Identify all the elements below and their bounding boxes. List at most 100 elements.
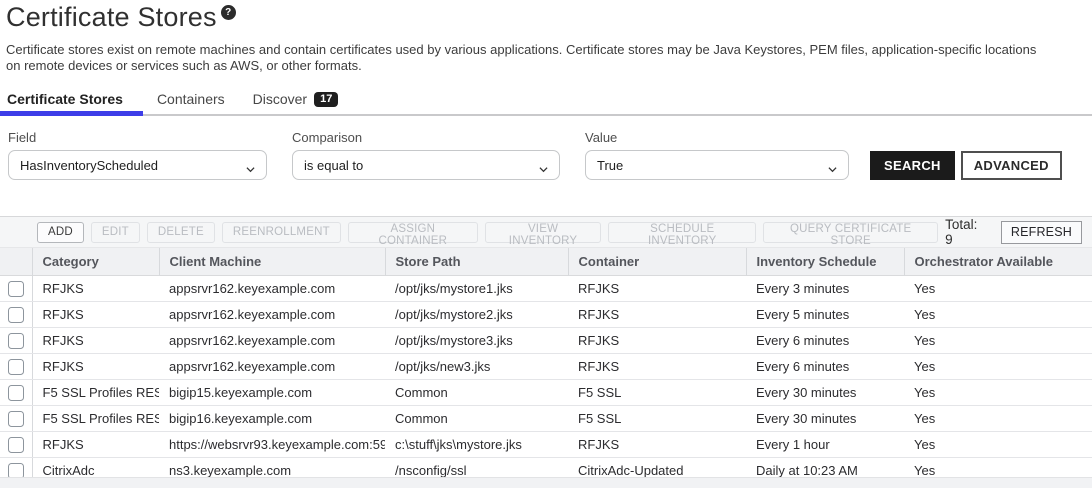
cell-category: RFJKS bbox=[32, 354, 159, 380]
field-select-value: HasInventoryScheduled bbox=[20, 158, 158, 173]
cell-category: F5 SSL Profiles REST bbox=[32, 406, 159, 432]
cell-container: RFJKS bbox=[568, 432, 746, 458]
table-row: RFJKSappsrvr162.keyexample.com/opt/jks/m… bbox=[0, 328, 1092, 354]
cell-inventory-schedule: Every 30 minutes bbox=[746, 380, 904, 406]
row-checkbox[interactable] bbox=[8, 385, 24, 401]
grid-toolbar: ADD EDIT DELETE REENROLLMENT ASSIGN CONTAINE… bbox=[0, 217, 1092, 247]
table-body: RFJKSappsrvr162.keyexample.com/opt/jks/m… bbox=[0, 276, 1092, 488]
table-row: RFJKS https://websrvr93.keyexample.com:59… bbox=[0, 432, 1092, 458]
comparison-select-value: is equal to bbox=[304, 158, 363, 173]
column-header-category[interactable]: Category bbox=[32, 248, 159, 276]
tabs: Certificate Stores Containers Discover 17 bbox=[0, 87, 1092, 116]
tab-label: Containers bbox=[157, 91, 225, 107]
row-checkbox[interactable] bbox=[8, 437, 24, 453]
cell-client-machine: appsrvr162.keyexample.com bbox=[159, 354, 385, 380]
row-checkbox-cell bbox=[0, 380, 32, 406]
row-checkbox-cell bbox=[0, 406, 32, 432]
chevron-down-icon bbox=[246, 162, 255, 171]
cell-orchestrator-available: Yes bbox=[904, 354, 1092, 380]
value-select[interactable]: True bbox=[585, 150, 849, 180]
cell-orchestrator-available: Yes bbox=[904, 380, 1092, 406]
cell-container: RFJKS bbox=[568, 354, 746, 380]
cell-store-path: /opt/jks/mystore1.jks bbox=[385, 276, 568, 302]
row-checkbox-cell bbox=[0, 354, 32, 380]
schedule-inventory-button: SCHEDULE INVENTORY bbox=[608, 222, 756, 243]
field-label: Field bbox=[8, 130, 267, 145]
tab-discover[interactable]: Discover 17 bbox=[239, 87, 353, 114]
cell-orchestrator-available: Yes bbox=[904, 406, 1092, 432]
tab-containers[interactable]: Containers bbox=[143, 87, 239, 114]
select-all-column bbox=[0, 248, 32, 276]
tab-label: Certificate Stores bbox=[7, 91, 123, 107]
advanced-button[interactable]: ADVANCED bbox=[961, 151, 1062, 180]
row-checkbox[interactable] bbox=[8, 307, 24, 323]
cell-container: F5 SSL bbox=[568, 406, 746, 432]
column-header-orchestrator-available[interactable]: Orchestrator Available bbox=[904, 248, 1092, 276]
tab-certificate-stores[interactable]: Certificate Stores bbox=[0, 87, 143, 114]
cell-store-path: c:\stuff\jks\mystore.jks bbox=[385, 432, 568, 458]
row-checkbox-cell bbox=[0, 328, 32, 354]
edit-button: EDIT bbox=[91, 222, 140, 243]
view-inventory-button: VIEW INVENTORY bbox=[485, 222, 601, 243]
cell-inventory-schedule: Every 5 minutes bbox=[746, 302, 904, 328]
chevron-down-icon bbox=[539, 162, 548, 171]
cell-orchestrator-available: Yes bbox=[904, 432, 1092, 458]
row-checkbox-cell bbox=[0, 302, 32, 328]
tab-count-badge: 17 bbox=[314, 92, 338, 107]
cell-category: RFJKS bbox=[32, 328, 159, 354]
refresh-button[interactable]: REFRESH bbox=[1001, 221, 1082, 244]
cell-category: F5 SSL Profiles REST bbox=[32, 380, 159, 406]
page-header: Certificate Stores ? Certificate stores … bbox=[0, 0, 1092, 74]
row-checkbox[interactable] bbox=[8, 411, 24, 427]
cell-client-machine: https://websrvr93.keyexample.com:5986 bbox=[159, 432, 385, 458]
cell-inventory-schedule: Every 30 minutes bbox=[746, 406, 904, 432]
cell-container: F5 SSL bbox=[568, 380, 746, 406]
query-certificate-store-button: QUERY CERTIFICATE STORE bbox=[763, 222, 938, 243]
table-header-row: CategoryClient MachineStore PathContaine… bbox=[0, 248, 1092, 276]
total-count: Total: 9 bbox=[945, 217, 987, 247]
cell-client-machine: bigip15.keyexample.com bbox=[159, 380, 385, 406]
value-select-value: True bbox=[597, 158, 623, 173]
cell-inventory-schedule: Every 6 minutes bbox=[746, 328, 904, 354]
tab-label: Discover bbox=[253, 91, 307, 107]
cell-container: RFJKS bbox=[568, 328, 746, 354]
column-header-store-path[interactable]: Store Path bbox=[385, 248, 568, 276]
value-label: Value bbox=[585, 130, 849, 145]
page-title: Certificate Stores bbox=[6, 2, 217, 33]
toolbar-buttons: ADD EDIT DELETE REENROLLMENT ASSIGN CONTAINE… bbox=[37, 222, 945, 243]
cell-container: RFJKS bbox=[568, 302, 746, 328]
cell-inventory-schedule: Every 3 minutes bbox=[746, 276, 904, 302]
search-button[interactable]: SEARCH bbox=[870, 151, 955, 180]
cell-store-path: /opt/jks/new3.jks bbox=[385, 354, 568, 380]
column-header-client-machine[interactable]: Client Machine bbox=[159, 248, 385, 276]
page-description: Certificate stores exist on remote machi… bbox=[6, 42, 1052, 74]
add-button[interactable]: ADD bbox=[37, 222, 84, 243]
certificate-stores-table: CategoryClient MachineStore PathContaine… bbox=[0, 247, 1092, 488]
cell-store-path: Common bbox=[385, 380, 568, 406]
field-select[interactable]: HasInventoryScheduled bbox=[8, 150, 267, 180]
table-row: RFJKSappsrvr162.keyexample.com/opt/jks/m… bbox=[0, 276, 1092, 302]
cell-orchestrator-available: Yes bbox=[904, 276, 1092, 302]
certificate-stores-page: Certificate Stores ? Certificate stores … bbox=[0, 0, 1092, 488]
cell-inventory-schedule: Every 6 minutes bbox=[746, 354, 904, 380]
cell-category: RFJKS bbox=[32, 276, 159, 302]
row-checkbox[interactable] bbox=[8, 281, 24, 297]
row-checkbox[interactable] bbox=[8, 333, 24, 349]
certificate-stores-grid: ADD EDIT DELETE REENROLLMENT ASSIGN CONTAINE… bbox=[0, 216, 1092, 488]
row-checkbox[interactable] bbox=[8, 359, 24, 375]
column-header-inventory-schedule[interactable]: Inventory Schedule bbox=[746, 248, 904, 276]
column-header-container[interactable]: Container bbox=[568, 248, 746, 276]
help-icon[interactable]: ? bbox=[221, 5, 236, 20]
cell-store-path: /opt/jks/mystore3.jks bbox=[385, 328, 568, 354]
cell-orchestrator-available: Yes bbox=[904, 328, 1092, 354]
comparison-select[interactable]: is equal to bbox=[292, 150, 560, 180]
assign-container-button: ASSIGN CONTAINER bbox=[348, 222, 478, 243]
delete-button: DELETE bbox=[147, 222, 215, 243]
cell-store-path: /opt/jks/mystore2.jks bbox=[385, 302, 568, 328]
cell-container: RFJKS bbox=[568, 276, 746, 302]
table-row: RFJKS appsrvr162.keyexample.com/opt/jks/m… bbox=[0, 302, 1092, 328]
table-row: RFJKSappsrvr162.keyexample.com/opt/jks/n… bbox=[0, 354, 1092, 380]
cell-client-machine: appsrvr162.keyexample.com bbox=[159, 302, 385, 328]
cell-orchestrator-available: Yes bbox=[904, 302, 1092, 328]
reenrollment-button: REENROLLMENT bbox=[222, 222, 341, 243]
